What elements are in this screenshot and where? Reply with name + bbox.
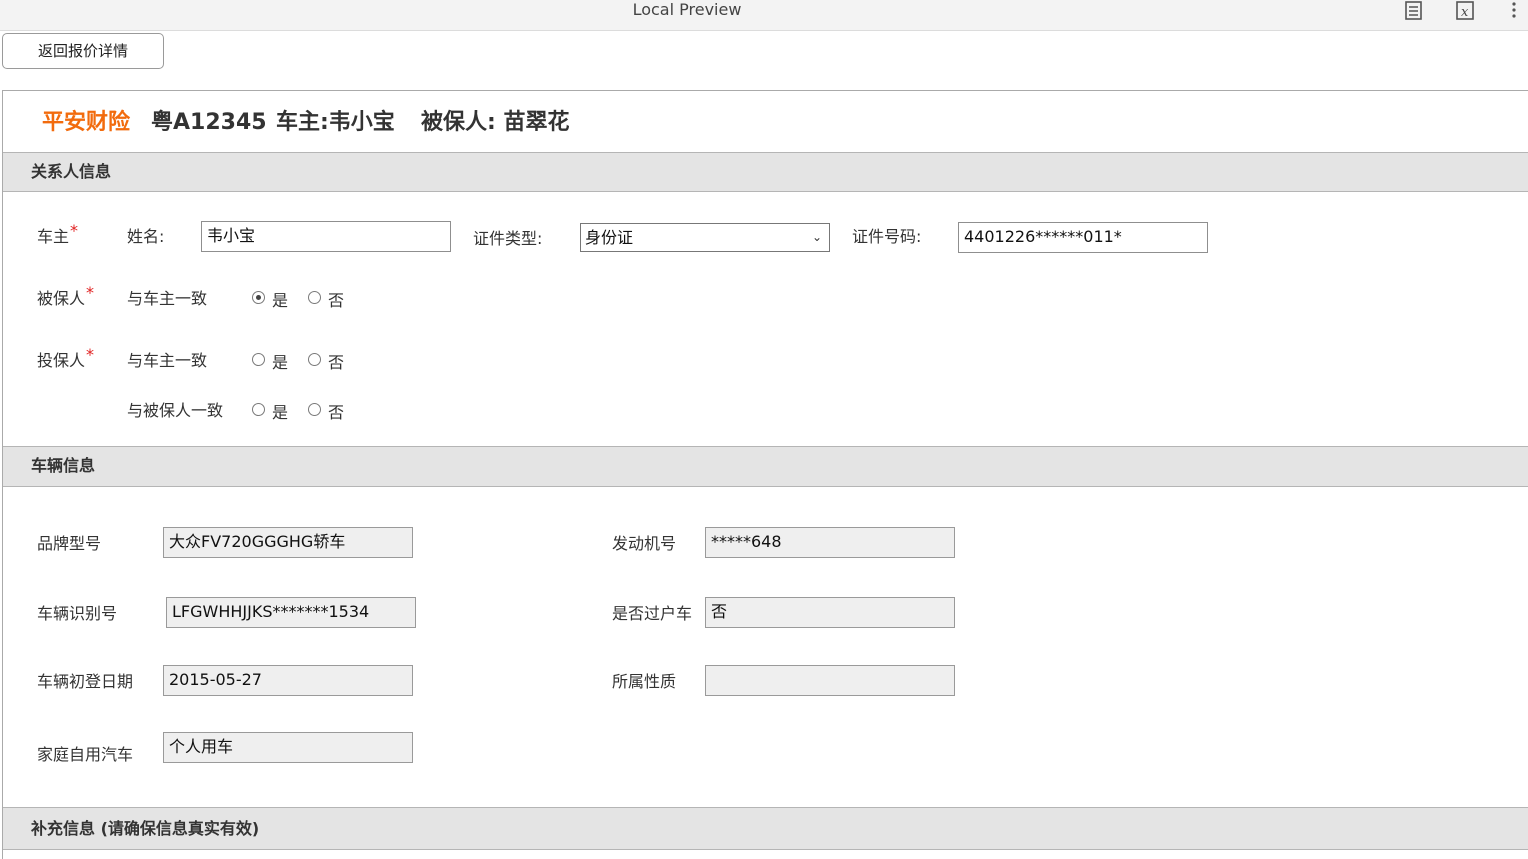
insured-same-as-owner-label: 与车主一致	[127, 289, 208, 308]
id-number-field[interactable]: 4401226******011*	[958, 222, 1208, 253]
document-list-icon[interactable]	[1402, 0, 1426, 22]
policyholder-label: 投保人*	[37, 345, 95, 370]
insured-headline: 被保人: 苗翠花	[421, 110, 570, 135]
owner-label: 车主*	[37, 221, 79, 246]
required-mark: *	[86, 283, 95, 302]
more-vertical-icon[interactable]	[1508, 0, 1520, 22]
brand-model-label: 品牌型号	[37, 534, 102, 553]
insurer-name: 平安财险	[42, 110, 131, 135]
insured-same-yes-radio[interactable]	[252, 291, 265, 304]
id-type-value: 身份证	[585, 228, 634, 247]
supplement-section-header: 补充信息 (请确保信息真实有效)	[3, 807, 1528, 850]
vehicle-section-header: 车辆信息	[3, 446, 1528, 487]
id-type-select[interactable]: 身份证 ⌄	[580, 223, 830, 252]
section-title: 补充信息 (请确保信息真实有效)	[31, 819, 260, 838]
policyholder-insured-yes-radio[interactable]	[252, 403, 265, 416]
ownership-type-label: 所属性质	[612, 672, 677, 691]
yes-label: 是	[272, 353, 289, 372]
required-mark: *	[86, 345, 95, 364]
section-title: 关系人信息	[31, 162, 112, 181]
transfer-vehicle-label: 是否过户车	[612, 604, 693, 623]
no-label: 否	[328, 353, 345, 372]
yes-label: 是	[272, 291, 289, 310]
window-titlebar: Local Preview x	[0, 0, 1528, 31]
back-to-quote-button[interactable]: 返回报价详情	[2, 33, 164, 69]
id-type-label: 证件类型:	[473, 229, 543, 248]
first-registration-label: 车辆初登日期	[37, 672, 134, 691]
name-label: 姓名:	[127, 227, 165, 246]
yes-label: 是	[272, 403, 289, 422]
chevron-down-icon: ⌄	[811, 230, 822, 244]
usage-type-field: 个人用车	[163, 732, 413, 763]
plate-number: 粤A12345	[151, 110, 267, 135]
insured-label: 被保人*	[37, 283, 95, 308]
owner-headline: 车主:韦小宝	[276, 110, 395, 135]
vin-field: LFGWHHJJKS*******1534	[166, 597, 416, 628]
section-title: 车辆信息	[31, 456, 96, 475]
policyholder-owner-no-radio[interactable]	[308, 353, 321, 366]
first-registration-field: 2015-05-27	[163, 665, 413, 696]
no-label: 否	[328, 403, 345, 422]
window-title: Local Preview	[632, 0, 742, 19]
transfer-vehicle-field: 否	[705, 597, 955, 628]
variable-x-icon[interactable]: x	[1454, 0, 1478, 22]
brand-model-field: 大众FV720GGGHG轿车	[163, 527, 413, 558]
no-label: 否	[328, 291, 345, 310]
insured-same-no-radio[interactable]	[308, 291, 321, 304]
owner-name-field[interactable]: 韦小宝	[201, 221, 451, 252]
required-mark: *	[70, 221, 79, 240]
id-number-label: 证件号码:	[852, 227, 922, 246]
usage-type-label: 家庭自用汽车	[37, 745, 134, 764]
ownership-type-field	[705, 665, 955, 696]
policyholder-same-as-insured-label: 与被保人一致	[127, 401, 224, 420]
svg-text:x: x	[1461, 5, 1469, 20]
policyholder-insured-no-radio[interactable]	[308, 403, 321, 416]
engine-number-field: *****648	[705, 527, 955, 558]
contact-section-header: 关系人信息	[3, 152, 1528, 192]
policyholder-owner-yes-radio[interactable]	[252, 353, 265, 366]
engine-number-label: 发动机号	[612, 534, 677, 553]
vin-label: 车辆识别号	[37, 604, 118, 623]
policyholder-same-as-owner-label: 与车主一致	[127, 351, 208, 370]
